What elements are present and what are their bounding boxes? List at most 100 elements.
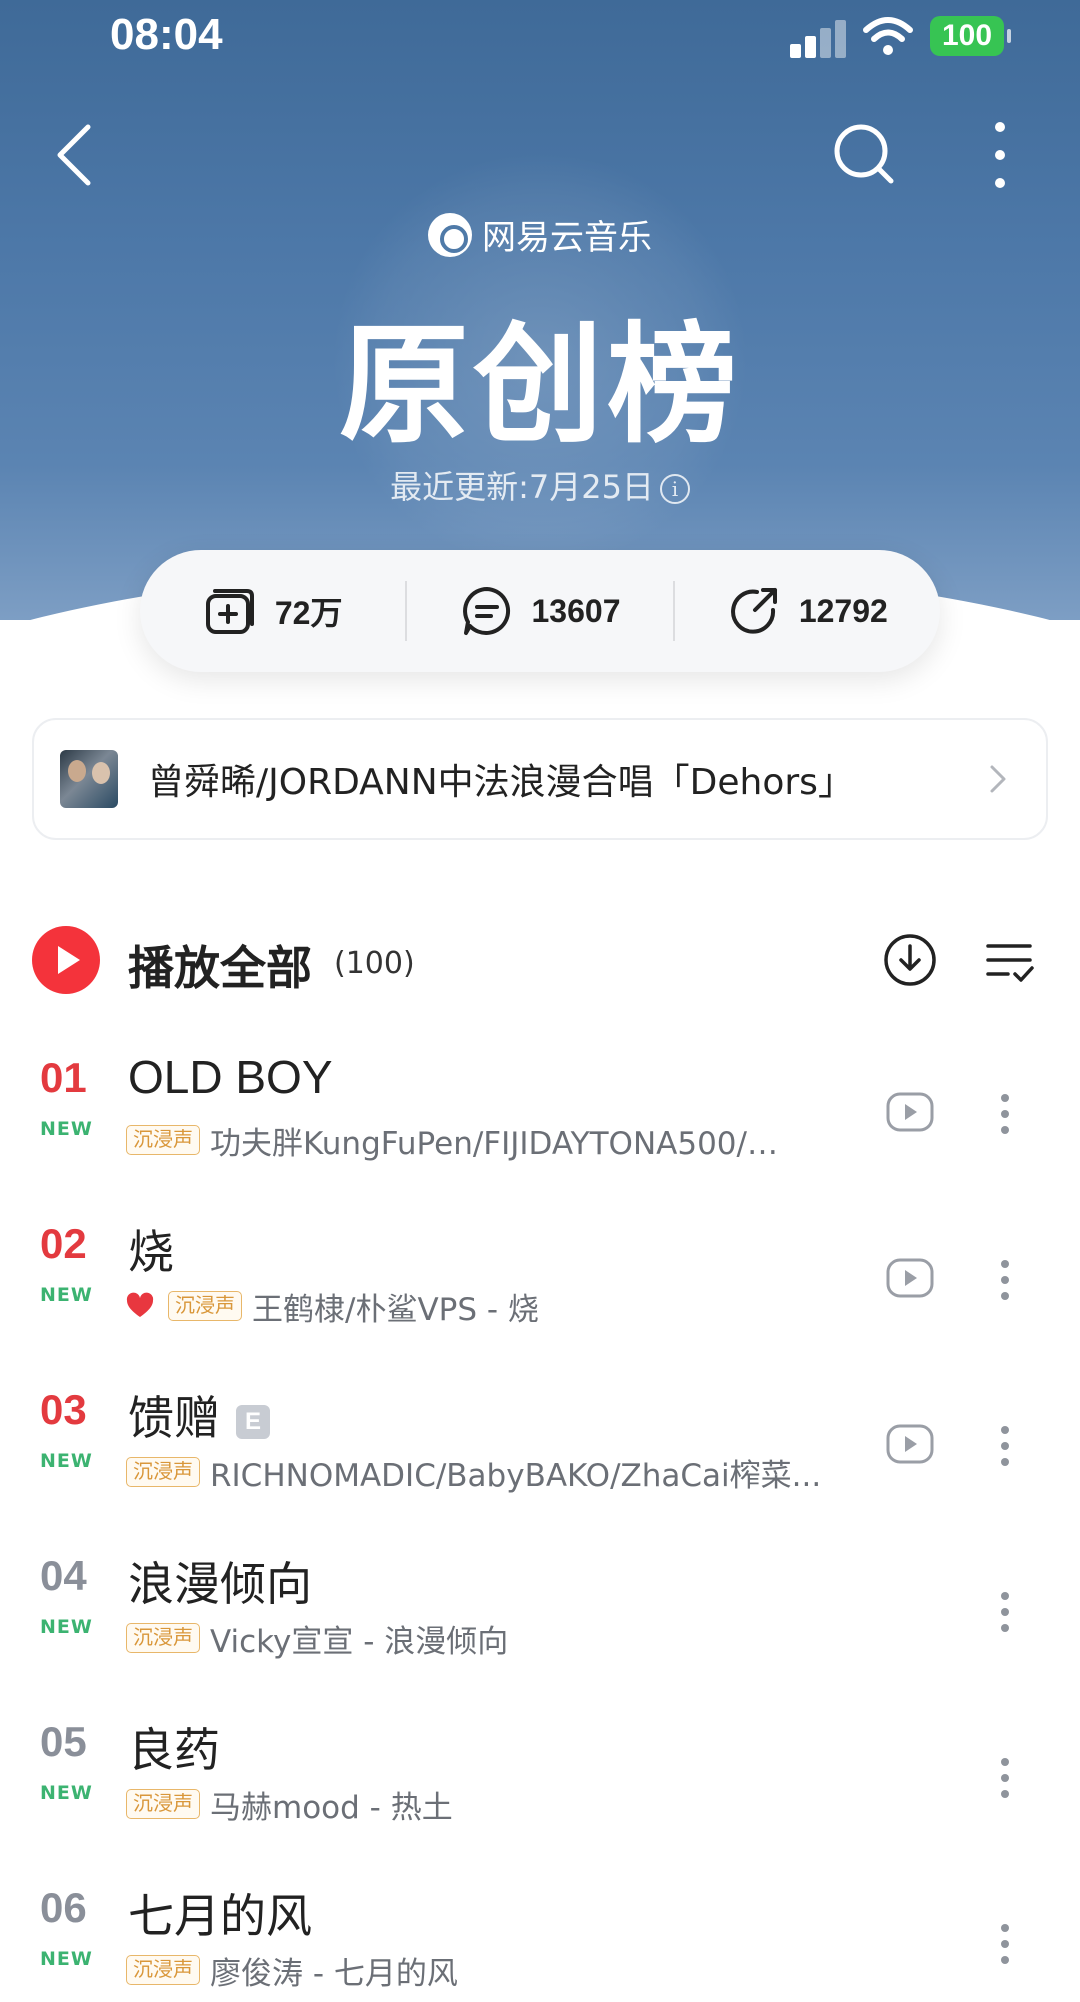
search-button[interactable]: [825, 115, 905, 195]
dot-icon: [1001, 1292, 1009, 1300]
song-more-button[interactable]: [990, 1254, 1020, 1306]
song-subtitle: 沉浸声 王鹤棣/朴鲨VPS - 烧: [126, 1286, 539, 1328]
comment-icon: [462, 587, 510, 635]
info-icon[interactable]: i: [659, 474, 690, 504]
share-button[interactable]: 12792: [672, 581, 940, 641]
netease-music-logo-icon: [428, 212, 472, 257]
banner-thumbnail: [60, 750, 118, 808]
play-all-label[interactable]: 播放全部: [128, 932, 312, 998]
song-row[interactable]: 02 NEW 烧沉浸声 王鹤棣/朴鲨VPS - 烧: [0, 1216, 1080, 1382]
chevron-right-icon: [990, 765, 1006, 793]
song-rank: 01: [40, 1054, 87, 1101]
new-tag: NEW: [40, 1284, 93, 1306]
chart-title: 原创榜: [338, 309, 741, 461]
song-title: 馈赠 E: [128, 1382, 270, 1448]
dot-icon: [1001, 1094, 1009, 1102]
mv-play-icon[interactable]: [884, 1418, 936, 1470]
cellular-signal-icon: [790, 18, 846, 58]
song-more-button[interactable]: [990, 1752, 1020, 1804]
subscribe-button[interactable]: 72万: [140, 581, 405, 641]
dot-icon: [1001, 1624, 1009, 1632]
new-tag: NEW: [40, 1948, 93, 1970]
new-tag: NEW: [40, 1616, 93, 1638]
song-rank: 04: [40, 1552, 87, 1599]
dot-icon: [1001, 1758, 1009, 1766]
dot-icon: [1001, 1426, 1009, 1434]
song-subtitle: 沉浸声 功夫胖KungFuPen/FIJIDAYTONA500/…: [126, 1120, 778, 1162]
new-tag: NEW: [40, 1118, 93, 1140]
back-button[interactable]: [40, 115, 120, 195]
song-title: 烧: [128, 1216, 174, 1282]
chart-header: 08:04 100 网易云音乐 原创榜 最近更新:7月25日 i: [0, 0, 1080, 620]
song-title: OLD BOY: [128, 1050, 333, 1104]
multi-select-button[interactable]: [982, 934, 1036, 988]
song-title-text: 烧: [128, 1225, 174, 1279]
dot-icon: [1001, 1126, 1009, 1134]
new-tag: NEW: [40, 1450, 93, 1472]
song-artist-album: 马赫mood - 热土: [210, 1789, 453, 1826]
dot-icon: [1001, 1276, 1009, 1284]
song-rank: 05: [40, 1718, 87, 1765]
immersive-sound-badge: 沉浸声: [168, 1291, 242, 1321]
song-row[interactable]: 03 NEW 馈赠 E 沉浸声 RICHNOMADIC/BabyBAKO/ZhaCai榨菜…: [0, 1382, 1080, 1548]
song-artist-album: 王鹤棣/朴鲨VPS - 烧: [252, 1291, 539, 1328]
comments-button[interactable]: 13607: [405, 581, 672, 641]
song-artist-album: Vicky宣宣 - 浪漫倾向: [210, 1623, 509, 1660]
immersive-sound-badge: 沉浸声: [126, 1789, 200, 1819]
song-subtitle: 沉浸声 廖俊涛 - 七月的风: [126, 1950, 458, 1992]
song-title-text: 馈赠: [128, 1391, 220, 1445]
dot-icon: [1001, 1260, 1009, 1268]
share-icon: [730, 588, 777, 634]
play-all-count: (100): [334, 946, 415, 981]
play-all-button[interactable]: [32, 926, 100, 994]
brand-row: 网易云音乐: [0, 210, 1080, 261]
song-subtitle: 沉浸声 Vicky宣宣 - 浪漫倾向: [126, 1618, 509, 1660]
song-title: 浪漫倾向: [128, 1548, 312, 1614]
add-to-collection-icon: [205, 589, 254, 634]
battery-icon: 100: [930, 16, 1011, 56]
song-subtitle: 沉浸声 RICHNOMADIC/BabyBAKO/ZhaCai榨菜...: [126, 1452, 821, 1494]
song-title-text: 浪漫倾向: [128, 1557, 312, 1611]
update-info: 最近更新:7月25日 i: [0, 462, 1080, 508]
song-title-text: OLD BOY: [128, 1051, 333, 1103]
song-row[interactable]: 04 NEW 浪漫倾向沉浸声 Vicky宣宣 - 浪漫倾向: [0, 1548, 1080, 1714]
immersive-sound-badge: 沉浸声: [126, 1623, 200, 1653]
song-artist-album: 廖俊涛 - 七月的风: [210, 1955, 458, 1992]
explicit-badge: E: [236, 1404, 270, 1439]
download-button[interactable]: [882, 932, 938, 988]
mv-play-icon[interactable]: [884, 1252, 936, 1304]
song-more-button[interactable]: [990, 1420, 1020, 1472]
subscribe-count: 72万: [274, 595, 343, 631]
song-row[interactable]: 05 NEW 良药 沉浸声 马赫mood - 热土: [0, 1714, 1080, 1880]
song-title-text: 良药: [128, 1723, 220, 1777]
song-more-button[interactable]: [990, 1088, 1020, 1140]
dot-icon: [1001, 1956, 1009, 1964]
song-row[interactable]: 06 NEW 七月的风 沉浸声 廖俊涛 - 七月的风: [0, 1880, 1080, 2002]
more-options-button[interactable]: [960, 115, 1040, 195]
song-rank: 06: [40, 1884, 87, 1931]
play-all-row: 播放全部 (100): [0, 910, 1080, 1010]
comment-count: 13607: [531, 592, 621, 629]
dot-icon: [1001, 1924, 1009, 1932]
immersive-sound-badge: 沉浸声: [126, 1457, 200, 1487]
promo-banner[interactable]: 曾舜晞/JORDANN中法浪漫合唱「Dehors」: [32, 718, 1048, 840]
song-subtitle: 沉浸声 马赫mood - 热土: [126, 1784, 453, 1826]
status-time: 08:04: [110, 10, 223, 59]
song-title: 良药: [128, 1714, 220, 1780]
immersive-sound-badge: 沉浸声: [126, 1125, 200, 1155]
song-more-button[interactable]: [990, 1918, 1020, 1970]
song-row[interactable]: 01 NEW OLD BOY 沉浸声 功夫胖KungFuPen/FIJIDAYTONA5…: [0, 1050, 1080, 1216]
dot-icon: [1001, 1608, 1009, 1616]
immersive-sound-badge: 沉浸声: [126, 1955, 200, 1985]
update-date: 最近更新:7月25日: [390, 468, 654, 506]
song-rank: 03: [40, 1386, 87, 1433]
banner-text: 曾舜晞/JORDANN中法浪漫合唱「Dehors」: [148, 762, 854, 803]
song-title: 七月的风: [128, 1880, 312, 1946]
mv-play-icon[interactable]: [884, 1086, 936, 1138]
wifi-icon: [863, 17, 913, 55]
dot-icon: [1001, 1790, 1009, 1798]
dot-icon: [1001, 1442, 1009, 1450]
song-more-button[interactable]: [990, 1586, 1020, 1638]
song-rank: 02: [40, 1220, 87, 1267]
dot-icon: [1001, 1458, 1009, 1466]
